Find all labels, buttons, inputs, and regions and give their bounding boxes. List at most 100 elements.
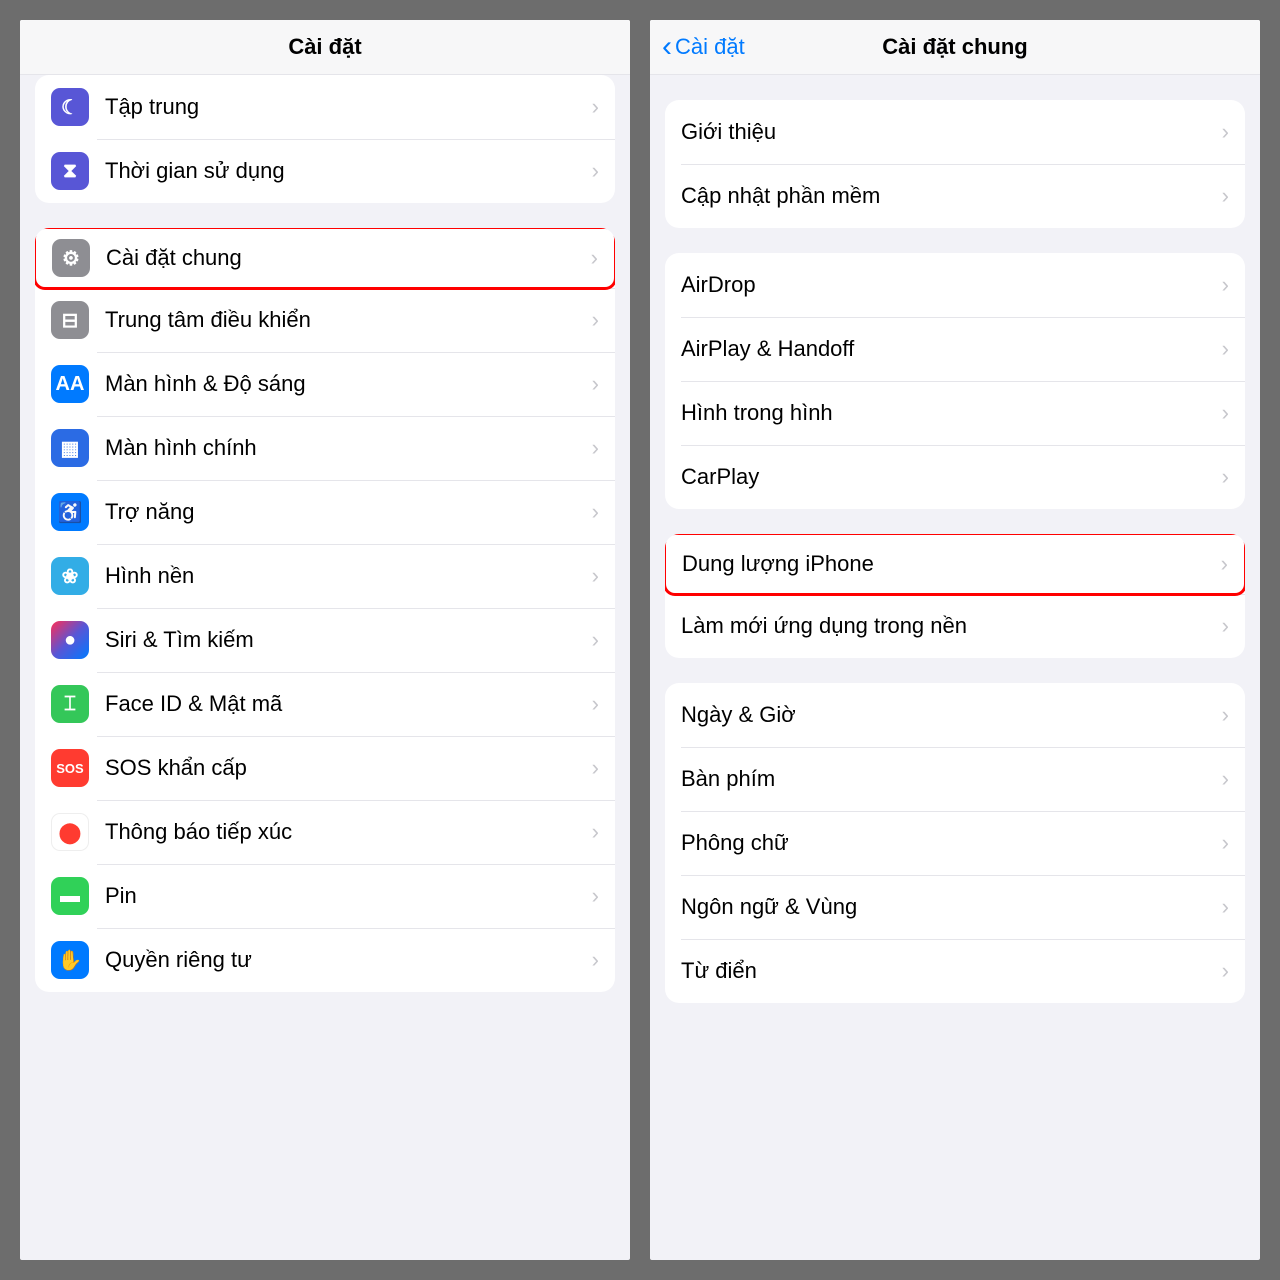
settings-row[interactable]: ⚙Cài đặt chung› [35, 228, 615, 290]
siri-icon: ● [51, 621, 89, 659]
chevron-right-icon: › [1222, 702, 1229, 728]
content-left: ☾Tập trung›⧗Thời gian sử dụng›⚙Cài đặt c… [20, 75, 630, 1260]
settings-row-label: Siri & Tìm kiếm [105, 627, 592, 653]
chevron-right-icon: › [1222, 400, 1229, 426]
settings-panel-left: Cài đặt ☾Tập trung›⧗Thời gian sử dụng›⚙C… [20, 20, 630, 1260]
settings-row[interactable]: Làm mới ứng dụng trong nền› [665, 594, 1245, 658]
settings-row-label: Hình trong hình [681, 400, 1222, 426]
chevron-right-icon: › [1222, 119, 1229, 145]
settings-row[interactable]: AirPlay & Handoff› [665, 317, 1245, 381]
chevron-right-icon: › [1222, 613, 1229, 639]
chevron-right-icon: › [1222, 464, 1229, 490]
settings-row[interactable]: AA Màn hình & Độ sáng› [35, 352, 615, 416]
settings-group: Ngày & Giờ›Bàn phím›Phông chữ›Ngôn ngữ &… [665, 683, 1245, 1003]
chevron-right-icon: › [1221, 551, 1228, 577]
chevron-right-icon: › [592, 371, 599, 397]
display-icon: AA [51, 365, 89, 403]
chevron-left-icon: ‹ [662, 32, 672, 62]
settings-row-label: Face ID & Mật mã [105, 691, 592, 717]
focus-icon: ☾ [51, 88, 89, 126]
settings-row[interactable]: SOS SOS khẩn cấp› [35, 736, 615, 800]
settings-row-label: Quyền riêng tư [105, 947, 592, 973]
chevron-right-icon: › [592, 627, 599, 653]
settings-row[interactable]: Bàn phím› [665, 747, 1245, 811]
sos-icon: SOS [51, 749, 89, 787]
header-left: Cài đặt [20, 20, 630, 75]
settings-row-label: Hình nền [105, 563, 592, 589]
chevron-right-icon: › [1222, 183, 1229, 209]
faceid-icon: ⌶ [51, 685, 89, 723]
settings-row-label: Bàn phím [681, 766, 1222, 792]
settings-row[interactable]: Giới thiệu› [665, 100, 1245, 164]
settings-group: ☾Tập trung›⧗Thời gian sử dụng› [35, 75, 615, 203]
settings-row-label: Cập nhật phần mềm [681, 183, 1222, 209]
settings-row-label: Thông báo tiếp xúc [105, 819, 592, 845]
settings-row-label: Pin [105, 883, 592, 909]
chevron-right-icon: › [592, 819, 599, 845]
settings-row[interactable]: ⌶ Face ID & Mật mã› [35, 672, 615, 736]
settings-row-label: Trung tâm điều khiển [105, 307, 592, 333]
settings-row[interactable]: Cập nhật phần mềm› [665, 164, 1245, 228]
chevron-right-icon: › [1222, 336, 1229, 362]
chevron-right-icon: › [592, 435, 599, 461]
settings-row[interactable]: ▬Pin› [35, 864, 615, 928]
settings-row-label: Ngày & Giờ [681, 702, 1222, 728]
settings-row[interactable]: ⧗Thời gian sử dụng› [35, 139, 615, 203]
chevron-right-icon: › [592, 94, 599, 120]
settings-row-label: Màn hình & Độ sáng [105, 371, 592, 397]
chevron-right-icon: › [592, 691, 599, 717]
settings-row-label: SOS khẩn cấp [105, 755, 592, 781]
back-label: Cài đặt [675, 34, 745, 60]
chevron-right-icon: › [592, 947, 599, 973]
chevron-right-icon: › [1222, 766, 1229, 792]
chevron-right-icon: › [1222, 894, 1229, 920]
settings-row-label: Giới thiệu [681, 119, 1222, 145]
settings-row[interactable]: Dung lượng iPhone› [665, 534, 1245, 596]
settings-row-label: Ngôn ngữ & Vùng [681, 894, 1222, 920]
settings-row[interactable]: Từ điển› [665, 939, 1245, 1003]
settings-row[interactable]: Ngày & Giờ› [665, 683, 1245, 747]
settings-row[interactable]: AirDrop› [665, 253, 1245, 317]
home-screen-icon: ▦ [51, 429, 89, 467]
accessibility-icon: ♿ [51, 493, 89, 531]
settings-row-label: Cài đặt chung [106, 245, 591, 271]
settings-row-label: Phông chữ [681, 830, 1222, 856]
content-right: Giới thiệu›Cập nhật phần mềm›AirDrop›Air… [650, 75, 1260, 1260]
settings-row[interactable]: CarPlay› [665, 445, 1245, 509]
settings-row[interactable]: Phông chữ› [665, 811, 1245, 875]
settings-row[interactable]: ☾ Tập trung› [35, 75, 615, 139]
exposure-icon: ⬤ [51, 813, 89, 851]
chevron-right-icon: › [1222, 272, 1229, 298]
settings-row[interactable]: ⊟Trung tâm điều khiển› [35, 288, 615, 352]
settings-row-label: Làm mới ứng dụng trong nền [681, 613, 1222, 639]
screentime-icon: ⧗ [51, 152, 89, 190]
privacy-icon: ✋ [51, 941, 89, 979]
settings-row[interactable]: Hình trong hình› [665, 381, 1245, 445]
settings-row-label: AirPlay & Handoff [681, 336, 1222, 362]
page-title-right: Cài đặt chung [882, 34, 1027, 60]
settings-row[interactable]: ❀ Hình nền› [35, 544, 615, 608]
battery-icon: ▬ [51, 877, 89, 915]
settings-row[interactable]: ● Siri & Tìm kiếm› [35, 608, 615, 672]
settings-row[interactable]: ♿Trợ năng› [35, 480, 615, 544]
back-button[interactable]: ‹ Cài đặt [662, 32, 745, 62]
settings-row[interactable]: ▦Màn hình chính› [35, 416, 615, 480]
settings-panel-right: ‹ Cài đặt Cài đặt chung Giới thiệu›Cập n… [650, 20, 1260, 1260]
chevron-right-icon: › [592, 755, 599, 781]
settings-row[interactable]: ⬤ Thông báo tiếp xúc› [35, 800, 615, 864]
settings-row-label: Tập trung [105, 94, 592, 120]
chevron-right-icon: › [592, 158, 599, 184]
settings-group: Dung lượng iPhone›Làm mới ứng dụng trong… [665, 534, 1245, 658]
wallpaper-icon: ❀ [51, 557, 89, 595]
chevron-right-icon: › [591, 245, 598, 271]
header-right: ‹ Cài đặt Cài đặt chung [650, 20, 1260, 75]
settings-row-label: Từ điển [681, 958, 1222, 984]
settings-row-label: Dung lượng iPhone [682, 551, 1221, 577]
chevron-right-icon: › [592, 499, 599, 525]
settings-row[interactable]: Ngôn ngữ & Vùng› [665, 875, 1245, 939]
settings-row-label: CarPlay [681, 464, 1222, 490]
chevron-right-icon: › [592, 307, 599, 333]
settings-row[interactable]: ✋ Quyền riêng tư› [35, 928, 615, 992]
settings-group: AirDrop›AirPlay & Handoff›Hình trong hìn… [665, 253, 1245, 509]
chevron-right-icon: › [592, 563, 599, 589]
